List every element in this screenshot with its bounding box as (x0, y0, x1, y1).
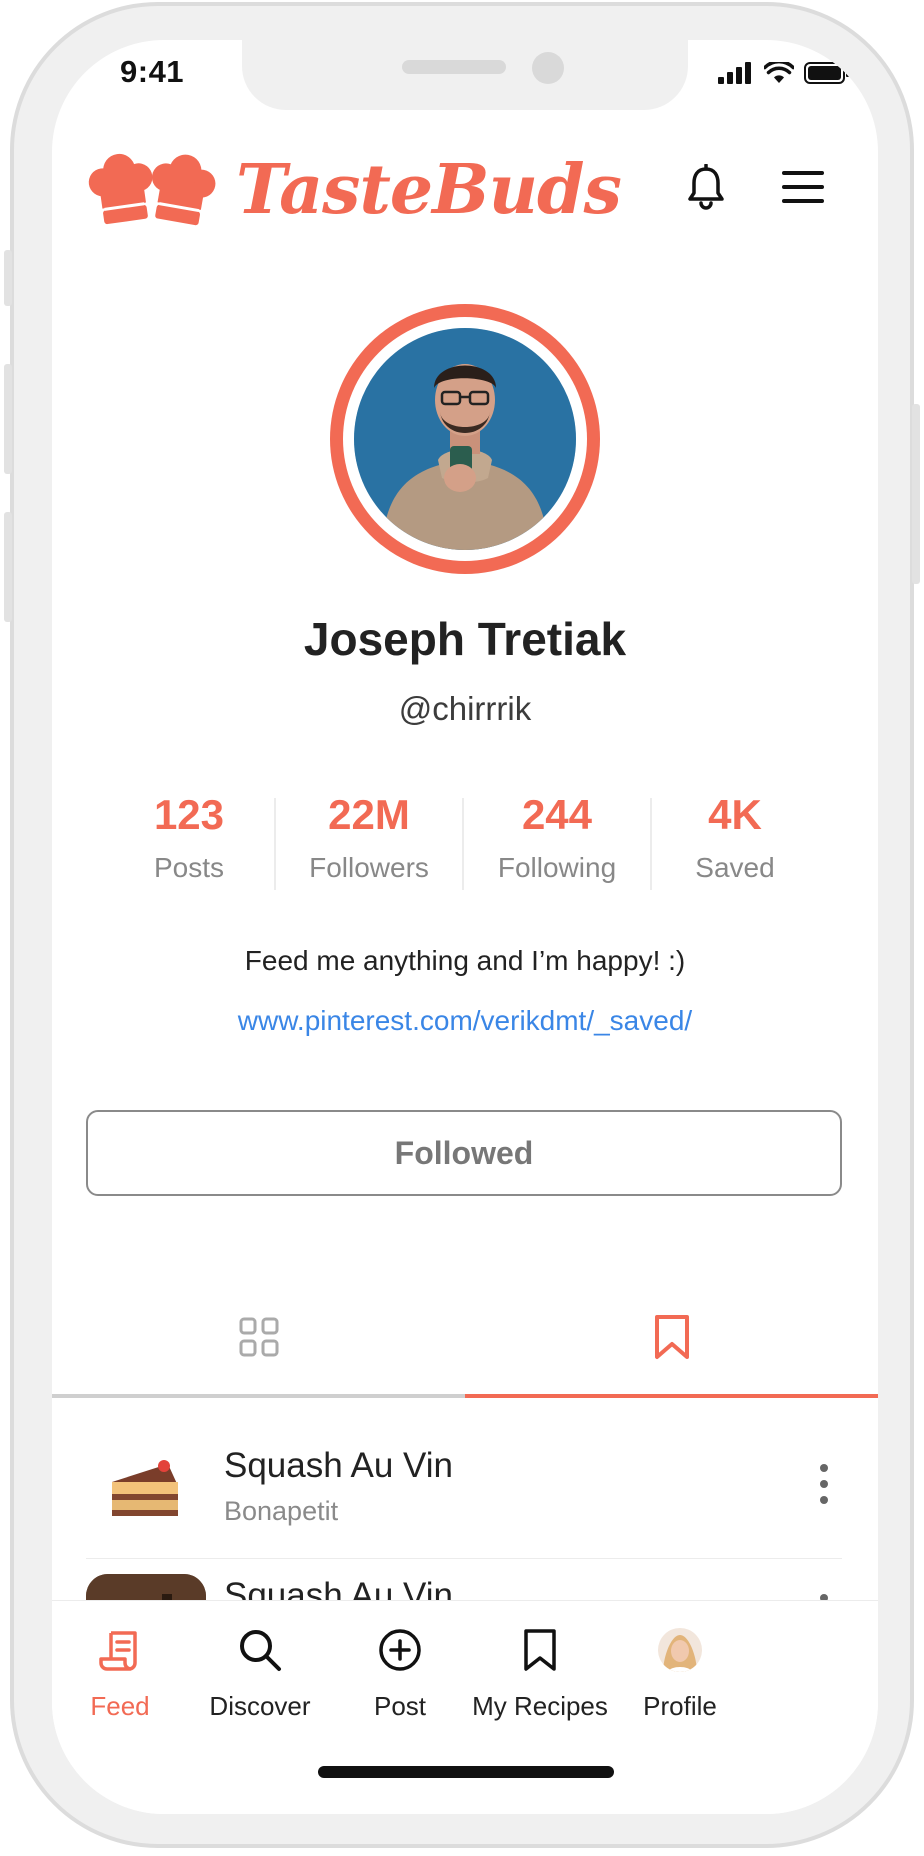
stat-label: Followers (309, 852, 429, 883)
stat-followers[interactable]: 22M Followers (276, 790, 462, 890)
avatar (658, 1628, 702, 1672)
stat-label: Following (497, 852, 617, 883)
brand-name: TasteBuds (236, 150, 622, 230)
stat-label: Posts (153, 852, 225, 883)
speaker (402, 60, 506, 74)
status-icons (718, 62, 850, 84)
nav-post[interactable]: Post (320, 1627, 480, 1722)
search-icon (240, 1630, 281, 1671)
list-item[interactable]: Squash Au Vin Bonapetit (86, 1418, 842, 1558)
home-indicator (318, 1766, 614, 1778)
profile-avatar[interactable] (330, 304, 600, 574)
more-dot (820, 1464, 828, 1472)
bottom-nav: Feed Discover Post My Recipes Profile (52, 1600, 878, 1814)
menu-button[interactable] (782, 170, 824, 209)
profile-link[interactable]: www.pinterest.com/verikdmt/_saved/ (52, 1005, 878, 1037)
status-time: 9:41 (120, 54, 185, 89)
chef-hats-icon (88, 153, 216, 226)
avatar-person-illustration (354, 328, 576, 550)
signal-icon (718, 62, 751, 84)
phone-power-button (912, 404, 920, 584)
profile-name: Joseph Tretiak (303, 613, 627, 665)
followed-button[interactable]: Followed (86, 1110, 842, 1196)
plus-circle-icon (379, 1629, 421, 1671)
tab-posts-grid[interactable] (52, 1280, 465, 1394)
phone-screen: 9:41 TasteBuds Joseph Tretiak @chirrrik … (52, 40, 878, 1814)
nav-label: Post (373, 1691, 427, 1721)
stat-following[interactable]: 244 Following (464, 790, 650, 890)
avatar-photo (354, 328, 576, 550)
notch (242, 40, 688, 110)
nav-label: Profile (643, 1691, 717, 1721)
stat-value: 4K (708, 791, 762, 838)
grid-icon (239, 1317, 278, 1357)
bookmark-icon (524, 1629, 556, 1671)
tab-underline-inactive (52, 1394, 465, 1398)
profile-handle: @chirrrik (398, 690, 532, 727)
stat-posts[interactable]: 123 Posts (104, 790, 274, 890)
nav-label: My Recipes (472, 1691, 608, 1721)
hamburger-menu-icon (782, 171, 824, 203)
profile-bio: Feed me anything and I’m happy! :) (244, 945, 686, 976)
profile-stats: 123 Posts 22M Followers 244 Following 4K… (104, 790, 844, 890)
nav-label: Feed (90, 1691, 150, 1721)
nav-discover[interactable]: Discover (180, 1627, 340, 1722)
tab-saved[interactable] (465, 1280, 878, 1394)
nav-label: Discover (209, 1691, 311, 1721)
front-camera (532, 52, 564, 84)
stat-label: Saved (695, 852, 775, 883)
profile-tabs (52, 1280, 878, 1400)
brand-logo[interactable]: TasteBuds (84, 148, 622, 232)
avatar-ring-gap (343, 317, 587, 561)
battery-icon (804, 62, 849, 84)
more-dot (820, 1496, 828, 1504)
wifi-icon (764, 62, 794, 83)
stat-value: 123 (153, 791, 225, 838)
nav-feed[interactable]: Feed (52, 1627, 200, 1722)
list-divider (86, 1558, 842, 1559)
more-options-button[interactable] (820, 1464, 828, 1504)
cake-icon (86, 1438, 206, 1538)
recipe-source: Bonapetit (224, 1496, 339, 1526)
phone-volume-down (4, 512, 12, 622)
recipe-book-icon (99, 1631, 137, 1671)
notifications-button[interactable] (686, 163, 726, 215)
more-dot (820, 1480, 828, 1488)
tab-underline-active (465, 1394, 878, 1398)
stat-value: 22M (328, 791, 410, 838)
stat-saved[interactable]: 4K Saved (652, 790, 818, 890)
nav-profile[interactable]: Profile (600, 1627, 760, 1722)
phone-side-button (4, 250, 12, 306)
recipe-title: Squash Au Vin (224, 1446, 453, 1485)
bookmark-icon (654, 1315, 689, 1359)
bell-icon (688, 163, 724, 210)
stat-value: 244 (521, 791, 593, 838)
phone-volume-up (4, 364, 12, 474)
nav-my-recipes[interactable]: My Recipes (460, 1627, 620, 1722)
